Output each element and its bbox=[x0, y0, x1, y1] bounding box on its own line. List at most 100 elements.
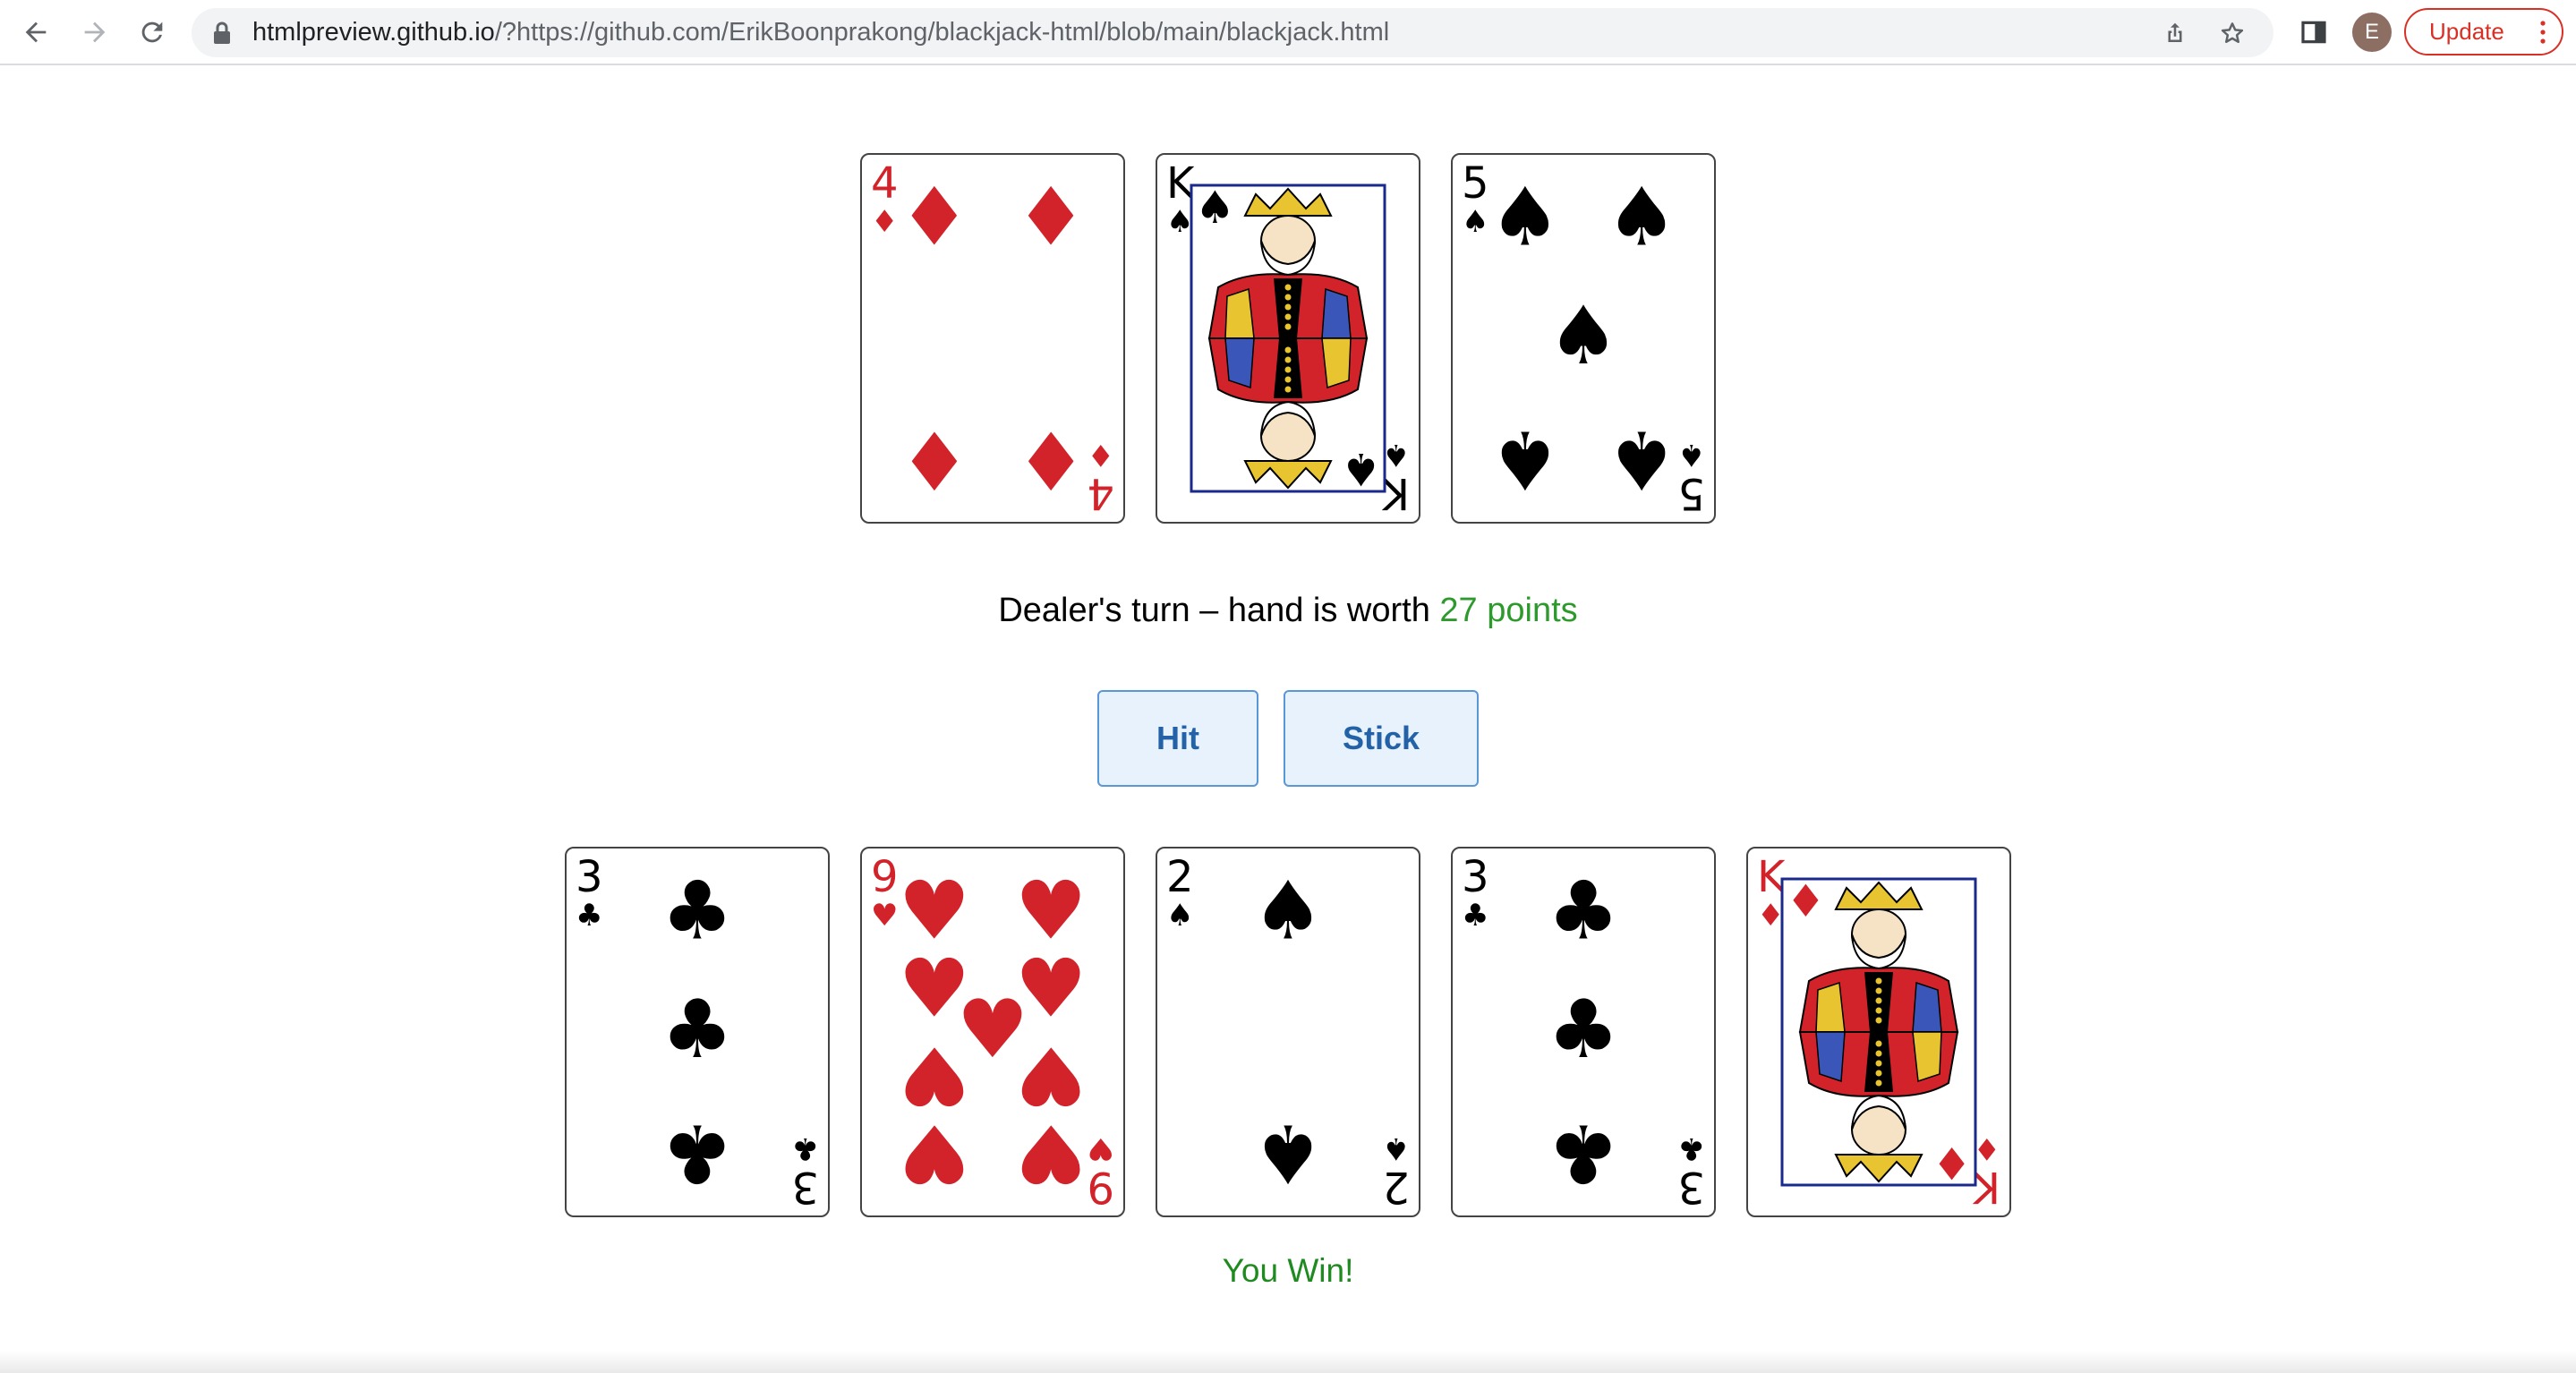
spades-pip-icon: ♠ bbox=[1606, 171, 1678, 265]
clubs-pip-icon: ♣ bbox=[1548, 865, 1620, 959]
url-path: /?https://github.com/ErikBoonprakong/bla… bbox=[494, 18, 1390, 47]
browser-toolbar: htmlpreview.github.io/?https://github.co… bbox=[0, 0, 2576, 65]
corner-suit-icon: ♦ bbox=[1974, 1130, 2000, 1166]
card-9-of-hearts: 9♥9♥♥ ♥♥ ♥♥♥ ♥♥ ♥ bbox=[860, 847, 1125, 1217]
diamonds-pip-icon: ♦ bbox=[899, 412, 971, 506]
corner-suit-icon: ♠ bbox=[1383, 437, 1410, 473]
url-text[interactable]: htmlpreview.github.io/?https://github.co… bbox=[252, 8, 1389, 57]
corner-rank: 4 bbox=[871, 158, 899, 209]
player-card-4: 3 ♣ 3 ♣ ♣ ♣ ♣ bbox=[1451, 847, 1716, 1217]
url-host: htmlpreview.github.io bbox=[252, 18, 495, 47]
more-vert-icon bbox=[2540, 21, 2546, 44]
spades-icon: ♠ bbox=[1195, 182, 1235, 234]
dealer-hand: 4 ♦ 4 ♦ ♦ ♦ ♦ ♦ K ♠ K ♠ ♠ ♠ 5 ♠ 5 ♠ ♠ ♠ ♠ ♠ ♠ bbox=[0, 153, 2576, 524]
player-hand: 3 ♣ 3 ♣ ♣ ♣ ♣ 9 ♥ 9 ♥ ♥ ♥ ♥ ♥ ♥ ♥ ♥ ♥ ♥ 2 ♠ 2 ♠ ♠ ♠ 3 ♣ 3 ♣ ♣ ♣ ♣ K ♦ K ♦ ♦ ♦ bbox=[0, 847, 2576, 1217]
clubs-pip-icon: ♣ bbox=[661, 983, 734, 1077]
side-panel-icon bbox=[2301, 21, 2326, 44]
forward-button[interactable] bbox=[75, 13, 115, 52]
corner-rank: 3 bbox=[791, 1162, 819, 1212]
spades-pip-icon: ♠ bbox=[1548, 289, 1620, 383]
reload-icon bbox=[141, 21, 163, 43]
corner-suit-icon: ♦ bbox=[1088, 437, 1114, 473]
bookmark-button[interactable] bbox=[2216, 17, 2248, 49]
stick-button[interactable]: Stick bbox=[1284, 690, 1479, 787]
corner-suit-icon: ♠ bbox=[1678, 437, 1705, 473]
hit-button[interactable]: Hit bbox=[1097, 690, 1258, 787]
back-button[interactable] bbox=[16, 13, 55, 52]
side-panel-button[interactable] bbox=[2297, 15, 2331, 49]
corner-rank: 9 bbox=[871, 852, 899, 902]
clubs-pip-icon: ♣ bbox=[661, 1105, 734, 1199]
corner-rank: 9 bbox=[1087, 1162, 1114, 1212]
corner-rank: 2 bbox=[1382, 1162, 1410, 1212]
share-icon bbox=[2168, 22, 2182, 42]
diamonds-icon: ♦ bbox=[1932, 1137, 1972, 1189]
spades-icon: ♠ bbox=[1341, 443, 1381, 495]
card-2-of-spades: 2♠2♠♠♠ bbox=[1156, 847, 1420, 1217]
blackjack-page: 4 ♦ 4 ♦ ♦ ♦ ♦ ♦ K ♠ K ♠ ♠ ♠ 5 ♠ 5 ♠ ♠ ♠ ♠ ♠ ♠ Dealer's turn – … bbox=[0, 65, 2576, 1373]
spades-pip-icon: ♠ bbox=[1489, 171, 1562, 265]
diamonds-pip-icon: ♦ bbox=[899, 171, 971, 265]
player-card-5: K ♦ K ♦ ♦ ♦ bbox=[1746, 847, 2011, 1217]
spades-pip-icon: ♠ bbox=[1489, 412, 1562, 506]
corner-suit-icon: ♥ bbox=[871, 898, 898, 934]
diamonds-icon: ♦ bbox=[1786, 875, 1826, 927]
page-bottom-shadow bbox=[0, 1351, 2576, 1373]
dealer-status: Dealer's turn – hand is worth 27 points bbox=[0, 592, 2576, 630]
corner-rank: 2 bbox=[1166, 852, 1194, 902]
clubs-pip-icon: ♣ bbox=[661, 865, 734, 959]
spades-pip-icon: ♠ bbox=[1252, 865, 1325, 959]
player-card-1: 3 ♣ 3 ♣ ♣ ♣ ♣ bbox=[565, 847, 830, 1217]
corner-suit-icon: ♠ bbox=[1462, 204, 1488, 240]
corner-suit-icon: ♣ bbox=[1678, 1130, 1705, 1166]
spades-pip-icon: ♠ bbox=[1606, 412, 1678, 506]
points-value: 27 points bbox=[1439, 592, 1578, 629]
forward-icon bbox=[84, 21, 106, 43]
diamonds-pip-icon: ♦ bbox=[1015, 171, 1088, 265]
hearts-pip-icon: ♥ bbox=[1015, 1105, 1088, 1199]
card-5-of-spades: 5♠5♠♠ ♠♠♠ ♠ bbox=[1451, 153, 1716, 524]
status-text: Dealer's turn – hand is worth bbox=[998, 592, 1440, 629]
card-K-of-spades: K♠K♠♠♠ bbox=[1156, 153, 1420, 524]
corner-rank: 5 bbox=[1462, 158, 1489, 209]
corner-suit-icon: ♠ bbox=[1383, 1130, 1410, 1166]
corner-suit-icon: ♠ bbox=[1166, 898, 1193, 934]
card-K-of-diamonds: K♦K♦♦♦ bbox=[1746, 847, 2011, 1217]
corner-suit-icon: ♣ bbox=[792, 1130, 819, 1166]
corner-rank: 5 bbox=[1677, 468, 1705, 518]
player-card-3: 2 ♠ 2 ♠ ♠ ♠ bbox=[1156, 847, 1420, 1217]
profile-avatar[interactable]: E bbox=[2352, 13, 2392, 52]
card-4-of-diamonds: 4♦4♦♦ ♦♦ ♦ bbox=[860, 153, 1125, 524]
clubs-pip-icon: ♣ bbox=[1548, 1105, 1620, 1199]
corner-rank: 4 bbox=[1087, 468, 1114, 518]
result-message: You Win! bbox=[1222, 1252, 1354, 1289]
back-icon bbox=[25, 21, 47, 43]
lock-icon bbox=[214, 21, 230, 44]
action-buttons: Hit Stick bbox=[0, 690, 2576, 787]
clubs-pip-icon: ♣ bbox=[1548, 983, 1620, 1077]
corner-suit-icon: ♦ bbox=[871, 204, 898, 240]
dealer-card-2: K ♠ K ♠ ♠ ♠ bbox=[1156, 153, 1420, 524]
card-3-of-clubs: 3♣3♣♣♣♣ bbox=[565, 847, 830, 1217]
player-card-2: 9 ♥ 9 ♥ ♥ ♥ ♥ ♥ ♥ ♥ ♥ ♥ ♥ bbox=[860, 847, 1125, 1217]
card-3-of-clubs: 3♣3♣♣♣♣ bbox=[1451, 847, 1716, 1217]
corner-suit-icon: ♠ bbox=[1166, 204, 1193, 240]
corner-suit-icon: ♣ bbox=[576, 898, 602, 934]
corner-rank: 3 bbox=[1462, 852, 1489, 902]
address-bar[interactable]: htmlpreview.github.io/?https://github.co… bbox=[192, 8, 2273, 57]
update-button[interactable]: Update bbox=[2404, 8, 2563, 55]
reload-button[interactable] bbox=[132, 13, 172, 52]
dealer-card-3: 5 ♠ 5 ♠ ♠ ♠ ♠ ♠ ♠ bbox=[1451, 153, 1716, 524]
star-icon bbox=[2221, 22, 2244, 43]
diamonds-pip-icon: ♦ bbox=[1015, 412, 1088, 506]
dealer-card-1: 4 ♦ 4 ♦ ♦ ♦ ♦ ♦ bbox=[860, 153, 1125, 524]
corner-suit-icon: ♣ bbox=[1462, 898, 1488, 934]
corner-rank: 3 bbox=[1677, 1162, 1705, 1212]
hearts-pip-icon: ♥ bbox=[899, 1105, 971, 1199]
share-button[interactable] bbox=[2159, 17, 2191, 49]
corner-suit-icon: ♦ bbox=[1757, 898, 1784, 934]
spades-pip-icon: ♠ bbox=[1252, 1105, 1325, 1199]
corner-suit-icon: ♥ bbox=[1088, 1130, 1114, 1166]
update-label: Update bbox=[2429, 18, 2504, 45]
corner-rank: 3 bbox=[576, 852, 603, 902]
